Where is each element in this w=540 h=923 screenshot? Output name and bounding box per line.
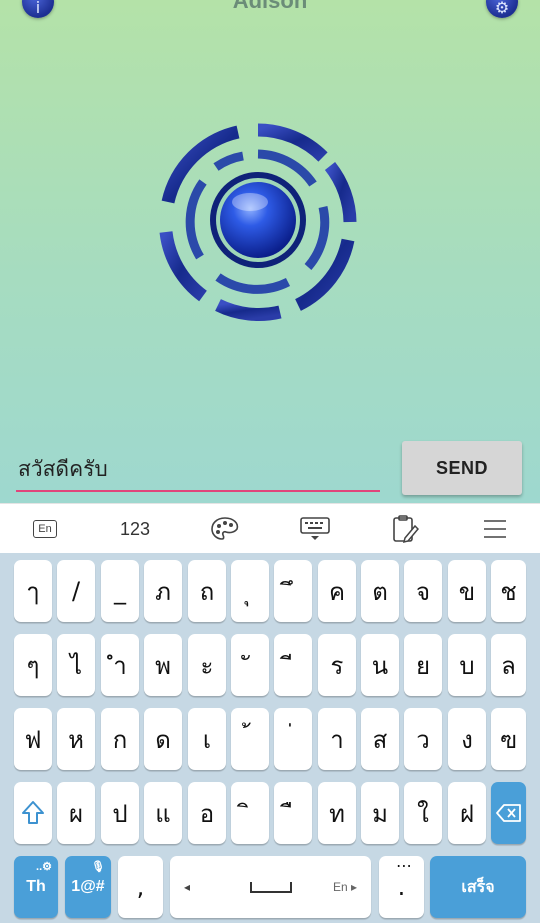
key[interactable]: ป [101, 782, 139, 844]
symbols-key-label: 1@# [71, 878, 105, 895]
key[interactable]: ฝ [448, 782, 486, 844]
comma-key[interactable]: , [118, 856, 163, 918]
key[interactable]: ท [318, 782, 356, 844]
backspace-icon [495, 804, 521, 822]
language-key-label: Th [26, 878, 46, 895]
key[interactable]: ำ [101, 634, 139, 696]
backspace-key[interactable] [491, 782, 526, 844]
key[interactable]: น [361, 634, 399, 696]
keyboard-hide-icon[interactable] [285, 504, 345, 554]
key[interactable]: ไ [57, 634, 95, 696]
key[interactable]: ด [144, 708, 182, 770]
period-key[interactable]: ⋯ . [379, 856, 424, 918]
shift-arrow-icon [22, 801, 44, 824]
palette-icon[interactable] [195, 504, 255, 554]
key[interactable]: พ [144, 634, 182, 696]
key[interactable]: ช [491, 560, 526, 622]
key[interactable]: ย [404, 634, 442, 696]
key[interactable]: ฃ [491, 708, 526, 770]
settings-dots-icon: ..⚙ [36, 861, 52, 873]
key[interactable]: ๅ [14, 560, 52, 622]
more-dots-icon: ⋯ [396, 856, 412, 875]
key[interactable]: ข [448, 560, 486, 622]
symbols-key[interactable]: 🎙 1@# [65, 856, 111, 918]
gear-icon: ⚙ [494, 0, 510, 17]
key[interactable]: ุ [231, 560, 269, 622]
space-key[interactable]: ◂ En ▸ [170, 856, 371, 918]
key[interactable]: ั [231, 634, 269, 696]
send-button[interactable]: SEND [402, 441, 522, 495]
lang-label: En [33, 520, 57, 538]
key[interactable]: ิ [231, 782, 269, 844]
key[interactable]: ล [491, 634, 526, 696]
clipboard-icon[interactable] [375, 504, 435, 554]
key[interactable]: ว [404, 708, 442, 770]
keyboard-toolbar: En 123 [0, 503, 540, 554]
key[interactable]: ๆ [14, 634, 52, 696]
key[interactable]: ภ [144, 560, 182, 622]
toolbar-lang-button[interactable]: En [15, 504, 75, 554]
key[interactable]: ะ [188, 634, 226, 696]
key[interactable]: ก [101, 708, 139, 770]
shift-key[interactable] [14, 782, 52, 844]
key[interactable]: บ [448, 634, 486, 696]
key[interactable]: แ [144, 782, 182, 844]
space-left-arrow-icon: ◂ [184, 880, 191, 894]
done-key[interactable]: เสร็จ [430, 856, 526, 918]
key[interactable]: า [318, 708, 356, 770]
settings-button[interactable]: ⚙ [486, 0, 518, 18]
key[interactable]: _ [101, 560, 139, 622]
key[interactable]: ร [318, 634, 356, 696]
thai-keyboard: ๅ / _ ภ ถ ุ ึ ค ต จ ข ช ๆ ไ ำ พ ะ ั ี ร … [0, 553, 540, 923]
key[interactable]: ค [318, 560, 356, 622]
toolbar-numbers-button[interactable]: 123 [105, 504, 165, 554]
key[interactable]: ส [361, 708, 399, 770]
key[interactable]: ื [274, 782, 312, 844]
assistant-orb-button[interactable] [158, 122, 358, 322]
key[interactable]: ม [361, 782, 399, 844]
message-input[interactable] [16, 448, 380, 492]
period-key-label: . [397, 873, 406, 901]
key[interactable]: เ [188, 708, 226, 770]
key[interactable]: ใ [404, 782, 442, 844]
key[interactable]: จ [404, 560, 442, 622]
microphone-icon: 🎙 [91, 861, 105, 873]
space-bar-icon [249, 882, 292, 893]
menu-icon[interactable] [465, 504, 525, 554]
key[interactable]: อ [188, 782, 226, 844]
app-title: Adison [232, 0, 308, 13]
language-switch-key[interactable]: ..⚙ Th [14, 856, 58, 918]
key[interactable]: ต [361, 560, 399, 622]
key[interactable]: ้ [231, 708, 269, 770]
key[interactable]: ง [448, 708, 486, 770]
key[interactable]: ผ [57, 782, 95, 844]
key[interactable]: ี [274, 634, 312, 696]
chat-screen: i Adison ⚙ สวัสดีครับ SEND [0, 0, 540, 503]
key[interactable]: ่ [274, 708, 312, 770]
key[interactable]: ห [57, 708, 95, 770]
key[interactable]: / [57, 560, 95, 622]
key[interactable]: ถ [188, 560, 226, 622]
key[interactable]: ึ [274, 560, 312, 622]
space-language-hint: En ▸ [332, 880, 357, 894]
key[interactable]: ฟ [14, 708, 52, 770]
